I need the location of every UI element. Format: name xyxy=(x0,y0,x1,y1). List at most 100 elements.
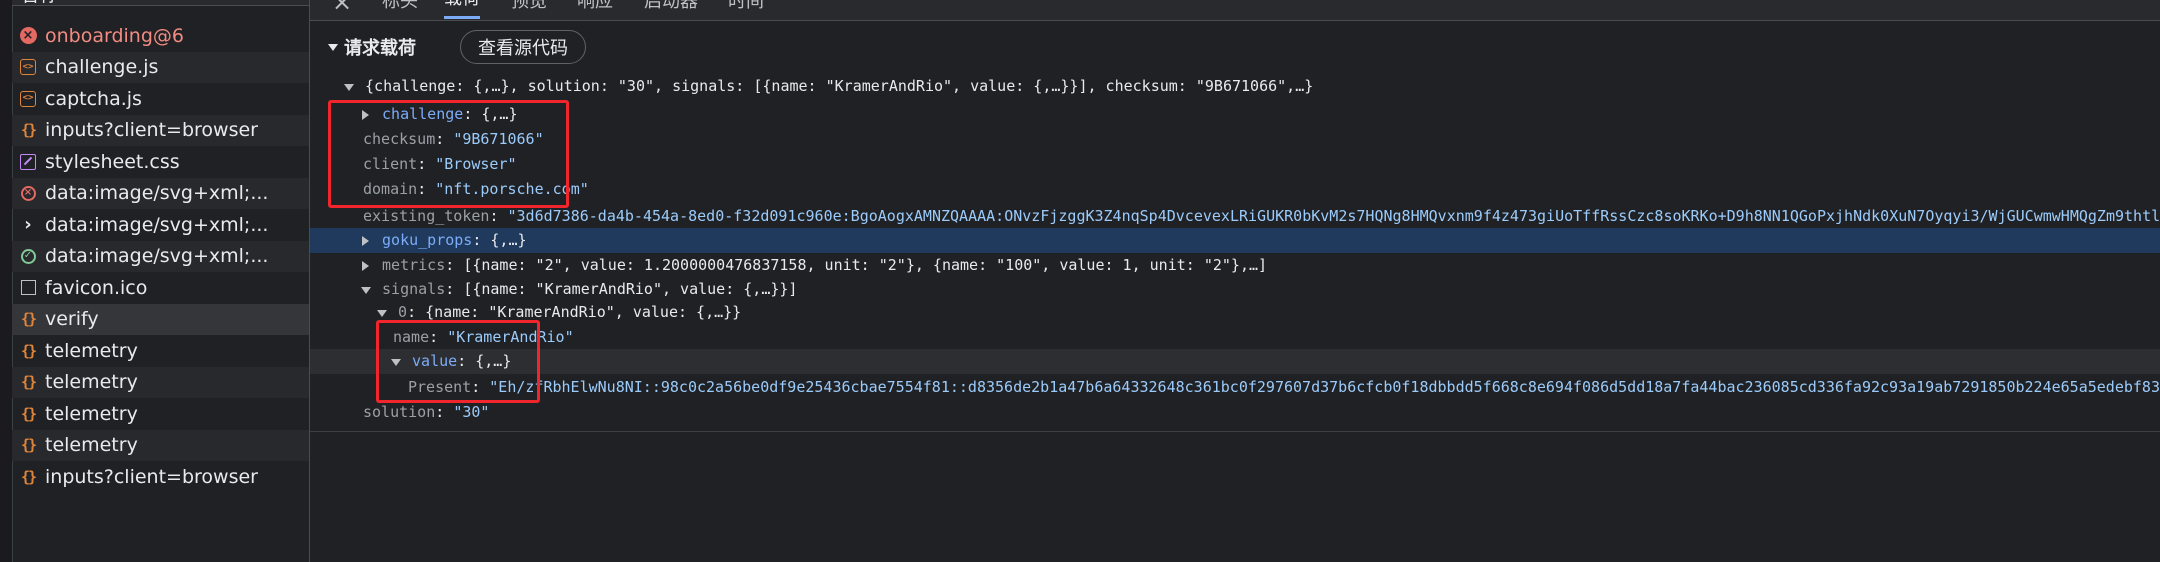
request-row-verify[interactable]: {} verify xyxy=(12,303,309,335)
request-list: 名称 × onboarding@6 <> challenge.js <> cap… xyxy=(0,0,310,562)
request-name: challenge.js xyxy=(45,56,159,79)
request-row-inputs[interactable]: {} inputs?client=browser xyxy=(12,114,309,146)
fetch-icon: {} xyxy=(20,373,37,392)
tab-payload[interactable]: 载荷 xyxy=(444,0,480,19)
section-title: 请求载荷 xyxy=(344,38,416,59)
request-name: stylesheet.css xyxy=(45,150,180,173)
tab-preview[interactable]: 预览 xyxy=(511,0,547,19)
tree-domain: domain: "nft.porsche.com" xyxy=(363,180,589,198)
check-circle-icon: ✓ xyxy=(19,247,37,265)
request-row-svg-2[interactable]: › data:image/svg+xml;... xyxy=(12,209,309,241)
name-column-header[interactable]: 名称 xyxy=(12,0,309,6)
request-row-svg-1[interactable]: × data:image/svg+xml;... xyxy=(12,177,309,209)
expand-arrow-icon xyxy=(342,74,356,99)
tree-challenge[interactable]: challenge: {,…} xyxy=(310,102,2160,127)
request-name: data:image/svg+xml;... xyxy=(45,182,269,205)
request-row-stylesheet[interactable]: stylesheet.css xyxy=(12,146,309,178)
request-row-captcha-js[interactable]: <> captcha.js xyxy=(12,83,309,115)
value: {name: "KramerAndRio", value: {,…}} xyxy=(425,303,742,321)
error-icon: × xyxy=(19,27,37,45)
key: 0 xyxy=(398,303,408,321)
image-icon xyxy=(19,279,37,297)
request-row-challenge-js[interactable]: <> challenge.js xyxy=(12,51,309,83)
tree-solution: solution: "30" xyxy=(363,403,490,421)
key: value xyxy=(412,352,458,370)
tree-client: client: "Browser" xyxy=(363,155,517,173)
fetch-icon: {} xyxy=(20,467,37,486)
view-source-button[interactable]: 查看源代码 xyxy=(460,30,586,64)
tree-metrics[interactable]: metrics: [{name: "2", value: 1.200000047… xyxy=(310,253,2160,278)
request-row-svg-3[interactable]: ✓ data:image/svg+xml;... xyxy=(12,240,309,272)
expand-arrow-icon xyxy=(375,300,389,325)
key: existing_token xyxy=(363,207,490,225)
fetch-icon: {} xyxy=(20,310,37,329)
key: goku_props xyxy=(382,231,473,249)
key: name xyxy=(393,328,430,346)
request-name: favicon.ico xyxy=(45,276,148,299)
detail-tabs: 标头 载荷 预览 响应 启动器 时间 xyxy=(310,0,2160,21)
tab-timing[interactable]: 时间 xyxy=(728,0,764,19)
divider xyxy=(310,431,2160,432)
request-name: onboarding@6 xyxy=(45,24,185,47)
script-icon: <> xyxy=(19,90,37,108)
request-name: data:image/svg+xml;... xyxy=(45,245,269,268)
request-row-favicon[interactable]: favicon.ico xyxy=(12,272,309,304)
request-row-onboarding[interactable]: × onboarding@6 xyxy=(12,20,309,52)
request-row-telemetry-3[interactable]: {} telemetry xyxy=(12,398,309,430)
expand-arrow-icon xyxy=(359,277,373,302)
close-icon[interactable]: × xyxy=(332,0,352,16)
collapse-triangle-icon xyxy=(328,43,338,51)
key: Present xyxy=(408,378,472,396)
value: "9B671066" xyxy=(453,130,544,148)
tab-headers[interactable]: 标头 xyxy=(382,0,418,19)
key: checksum xyxy=(363,130,436,148)
request-name: captcha.js xyxy=(45,87,142,110)
value: [{name: "2", value: 1.2000000476837158, … xyxy=(463,256,1268,274)
key: client xyxy=(363,155,418,173)
chevron-right-icon: › xyxy=(24,214,32,236)
fetch-icon: {} xyxy=(20,436,37,455)
request-name: data:image/svg+xml;... xyxy=(45,213,269,236)
value: [{name: "KramerAndRio", value: {,…}}] xyxy=(463,280,798,298)
fetch-icon: {} xyxy=(20,404,37,423)
expand-arrow-icon xyxy=(359,102,373,127)
tree-signals[interactable]: signals: [{name: "KramerAndRio", value: … xyxy=(310,277,2160,302)
expand-arrow-icon xyxy=(389,349,403,374)
key: domain xyxy=(363,180,418,198)
tab-initiator[interactable]: 启动器 xyxy=(644,0,698,19)
expand-arrow-icon xyxy=(359,228,373,253)
value: "Browser" xyxy=(435,155,517,173)
tab-response[interactable]: 响应 xyxy=(577,0,613,19)
tree-signal-value[interactable]: value: {,…} xyxy=(310,349,2160,374)
request-row-telemetry-1[interactable]: {} telemetry xyxy=(12,335,309,367)
tree-signal-name: name: "KramerAndRio" xyxy=(393,328,574,346)
request-row-telemetry-4[interactable]: {} telemetry xyxy=(12,429,309,461)
key: solution xyxy=(363,403,436,421)
expand-arrow-icon xyxy=(359,253,373,278)
request-row-telemetry-2[interactable]: {} telemetry xyxy=(12,366,309,398)
value: {,…} xyxy=(490,231,527,249)
fetch-icon: {} xyxy=(20,121,37,140)
request-name: telemetry xyxy=(45,402,138,425)
key: challenge xyxy=(382,105,464,123)
value: "30" xyxy=(453,403,490,421)
payload-summary: {challenge: {,…}, solution: "30", signal… xyxy=(365,77,1314,95)
request-name: inputs?client=browser xyxy=(45,119,258,142)
tree-existing-token: existing_token: "3d6d7386-da4b-454a-8ed0… xyxy=(310,204,2160,229)
request-row-inputs-2[interactable]: {} inputs?client=browser xyxy=(12,461,309,493)
payload-root[interactable]: {challenge: {,…}, solution: "30", signal… xyxy=(310,74,2160,99)
request-name: verify xyxy=(45,308,99,331)
value: {,…} xyxy=(481,105,518,123)
value: {,…} xyxy=(475,352,512,370)
request-name: telemetry xyxy=(45,371,138,394)
payload-section-header[interactable]: 请求载荷 xyxy=(328,32,416,62)
key: signals xyxy=(382,280,446,298)
tree-checksum: checksum: "9B671066" xyxy=(363,130,544,148)
request-name: inputs?client=browser xyxy=(45,465,258,488)
value: "Eh/zfRbhElwNu8NI::98c0c2a56be0df9e25436… xyxy=(489,378,2160,396)
key: metrics xyxy=(382,256,446,274)
tree-goku-props[interactable]: goku_props: {,…} xyxy=(310,228,2160,253)
tree-signal-0[interactable]: 0: {name: "KramerAndRio", value: {,…}} xyxy=(310,300,2160,325)
stylesheet-icon xyxy=(19,153,37,171)
fetch-icon: {} xyxy=(20,341,37,360)
